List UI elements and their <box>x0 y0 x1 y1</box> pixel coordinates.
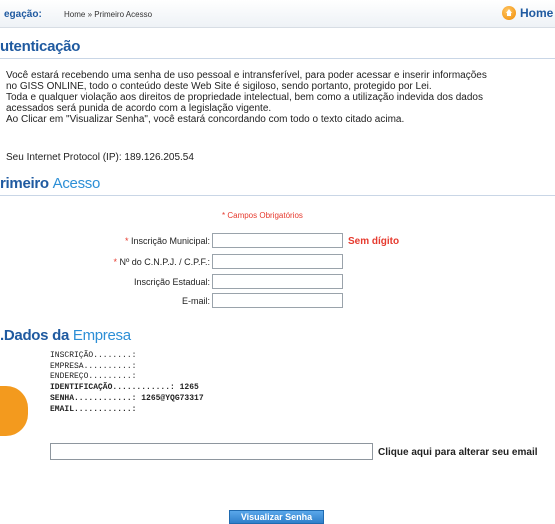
row-cnpj: * Nº do C.N.P.J. / C.P.F.: <box>0 254 555 270</box>
home-icon <box>502 6 516 20</box>
navigation-label: egação: <box>4 9 42 20</box>
empresa-line: EMPRESA..........: <box>50 361 137 371</box>
row-inscricao-municipal: * Inscrição Municipal: <box>0 233 555 249</box>
endereco-line: ENDEREÇO.........: <box>50 372 137 382</box>
change-email-link[interactable]: Clique aqui para alterar seu email <box>378 447 538 458</box>
acesso-title-part: Acesso <box>52 175 101 192</box>
auth-paragraph: Você estará recebendo uma senha de uso p… <box>6 70 554 125</box>
inscricao-estadual-label: Inscrição Estadual: <box>133 277 210 287</box>
top-navigation-bar: egação: Home » Primeiro Acesso Home <box>0 0 555 28</box>
inscricao-municipal-label: * Inscrição Municipal: <box>124 236 210 246</box>
dados-empresa-title: .Dados da Empresa <box>0 327 131 344</box>
row-inscricao-estadual: Inscrição Estadual: <box>0 274 555 290</box>
primeiro-title-part: rimeiro <box>0 175 49 192</box>
paragraph-line: acessados será punida de acordo com a le… <box>6 103 272 114</box>
orange-side-tab <box>0 386 28 436</box>
company-data-block: INSCRIÇÃO........: EMPRESA..........: ENDE… <box>50 351 204 415</box>
row-email: E-mail: <box>0 293 555 309</box>
cnpj-label: * Nº do C.N.P.J. / C.P.F.: <box>113 257 210 267</box>
breadcrumb: Home » Primeiro Acesso <box>64 10 153 19</box>
email-line: EMAIL............: <box>50 404 137 414</box>
primeiro-acesso-title: rimeiro Acesso <box>0 175 100 192</box>
inscricao-line: INSCRIÇÃO........: <box>50 351 137 360</box>
dados-title-part: .Dados da <box>0 327 69 344</box>
ip-address-text: Seu Internet Protocol (IP): 189.126.205.… <box>6 152 194 163</box>
section-divider <box>0 58 555 59</box>
paragraph-line: no GISS ONLINE, todo o conteúdo deste We… <box>6 81 432 92</box>
inscricao-estadual-input[interactable] <box>212 274 343 289</box>
sem-digito-hint: Sem dígito <box>348 236 400 247</box>
cnpj-input[interactable] <box>212 254 343 269</box>
empresa-title-part: Empresa <box>72 327 131 344</box>
identificacao-line: IDENTIFICAÇÃO............: 1265 <box>50 383 199 393</box>
email-label: E-mail: <box>181 296 210 306</box>
senha-line: SENHA............: 1265@YQG73317 <box>50 393 204 403</box>
email-input[interactable] <box>212 293 343 308</box>
home-link[interactable]: Home <box>502 6 553 20</box>
paragraph-line: Toda e qualquer violação aos direitos de… <box>6 92 483 103</box>
home-label: Home <box>520 6 554 20</box>
new-email-input[interactable] <box>50 443 373 460</box>
inscricao-municipal-input[interactable] <box>212 233 343 248</box>
auth-section-title: utenticação <box>0 38 80 55</box>
required-fields-note: * Campos Obrigatórios <box>222 211 303 220</box>
auth-title-text: utenticação <box>0 38 81 55</box>
paragraph-line: Ao Clicar em "Visualizar Senha", você es… <box>6 114 405 125</box>
section-divider <box>0 195 555 196</box>
paragraph-line: Você estará recebendo uma senha de uso p… <box>6 70 487 81</box>
